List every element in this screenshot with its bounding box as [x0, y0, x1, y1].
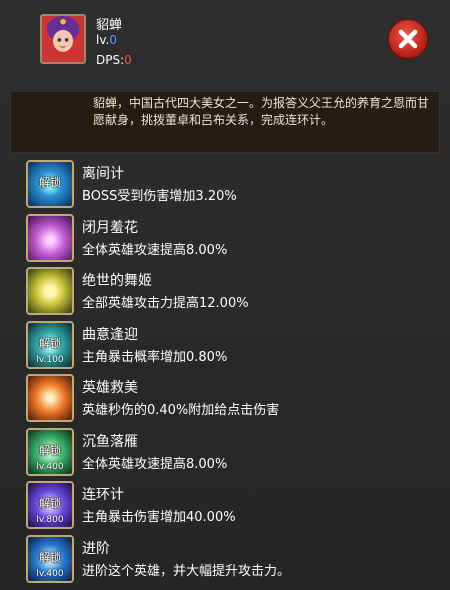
- skill-title: 闭月羞花: [82, 219, 138, 236]
- skill-unlock-label: 解锁: [39, 550, 61, 564]
- hero-detail-panel: 貂蝉 lv.0 DPS:0 貂蝉，中国古代四大美女之一。为报答义父王允的养育之恩…: [0, 0, 450, 590]
- skill-row[interactable]: 解锁 lv.400 进阶 进阶这个英雄，并大幅提升攻击力。: [0, 533, 450, 587]
- skill-title: 英雄救美: [82, 380, 138, 396]
- skill-level-label: lv.400: [36, 568, 64, 579]
- hero-name: 貂蝉: [96, 18, 123, 33]
- skill-effect: 主角暴击概率增加0.80%: [82, 349, 228, 365]
- skill-unlock-label: 解锁: [39, 336, 61, 350]
- skill-list: 解锁 离间计 BOSS受到伤害增加3.20% 闭月羞花 全体英雄攻速提高8.00…: [0, 158, 450, 586]
- skill-title: 沉鱼落雁: [82, 433, 138, 450]
- skill-effect: 全体英雄攻速提高8.00%: [82, 456, 228, 472]
- skill-row[interactable]: 闭月羞花 全体英雄攻速提高8.00%: [0, 212, 450, 266]
- skill-row[interactable]: 解锁 lv.100 曲意逢迎 主角暴击概率增加0.80%: [0, 319, 450, 373]
- skill-title: 进阶: [82, 540, 110, 557]
- skill-effect: BOSS受到伤害增加3.20%: [82, 189, 237, 204]
- skill-level-label: lv.100: [36, 354, 64, 365]
- hero-description: 貂蝉，中国古代四大美女之一。为报答义父王允的养育之恩而甘愿献身，挑拨董卓和吕布关…: [10, 91, 440, 153]
- hero-dps: DPS:0: [96, 53, 132, 67]
- hero-dps-value: 0: [124, 53, 132, 67]
- skill-title: 绝世的舞姬: [82, 273, 152, 289]
- skill-icon[interactable]: 解锁 lv.100: [26, 320, 74, 369]
- skill-icon[interactable]: [26, 374, 74, 422]
- skill-row[interactable]: 解锁 lv.800 连环计 主角暴击伤害增加40.00%: [0, 479, 450, 533]
- skill-level-label: lv.800: [36, 515, 64, 525]
- hero-level-label: lv.: [96, 33, 110, 47]
- skill-unlock-label: 解锁: [39, 176, 61, 189]
- skill-icon[interactable]: [26, 213, 74, 262]
- skill-title: 连环计: [82, 487, 124, 503]
- skill-icon[interactable]: 解锁 lv.400: [26, 534, 74, 583]
- hero-dps-label: DPS:: [96, 53, 125, 67]
- skill-row[interactable]: 解锁 lv.400 沉鱼落雁 全体英雄攻速提高8.00%: [0, 426, 450, 480]
- skill-effect: 主角暴击伤害增加40.00%: [82, 510, 236, 525]
- skill-effect: 进阶这个英雄，并大幅提升攻击力。: [82, 563, 291, 579]
- skill-title: 曲意逢迎: [82, 326, 138, 343]
- skill-row[interactable]: 绝世的舞姬 全部英雄攻击力提高12.00%: [0, 265, 450, 319]
- skill-effect: 英雄秒伤的0.40%附加给点击伤害: [82, 403, 280, 418]
- hero-level: lv.0: [96, 33, 117, 47]
- skill-unlock-label: 解锁: [39, 443, 61, 457]
- skill-icon[interactable]: 解锁 lv.400: [26, 427, 74, 476]
- hero-level-value: 0: [109, 33, 117, 47]
- skill-effect: 全部英雄攻击力提高12.00%: [82, 296, 249, 311]
- skill-icon[interactable]: 解锁: [26, 160, 74, 208]
- skill-row[interactable]: 英雄救美 英雄秒伤的0.40%附加给点击伤害: [0, 372, 450, 426]
- skill-icon[interactable]: [26, 267, 74, 315]
- skill-icon[interactable]: 解锁 lv.800: [26, 481, 74, 529]
- skill-level-label: lv.400: [36, 461, 64, 472]
- close-icon: [398, 29, 418, 49]
- hero-portrait: [40, 14, 86, 64]
- skill-title: 离间计: [82, 166, 124, 182]
- hero-portrait-icon: [42, 16, 84, 62]
- skill-unlock-label: 解锁: [39, 497, 61, 510]
- skill-row[interactable]: 解锁 离间计 BOSS受到伤害增加3.20%: [0, 158, 450, 212]
- close-button[interactable]: [387, 18, 429, 60]
- hero-header: 貂蝉 lv.0 DPS:0: [0, 0, 450, 90]
- skill-effect: 全体英雄攻速提高8.00%: [82, 242, 228, 258]
